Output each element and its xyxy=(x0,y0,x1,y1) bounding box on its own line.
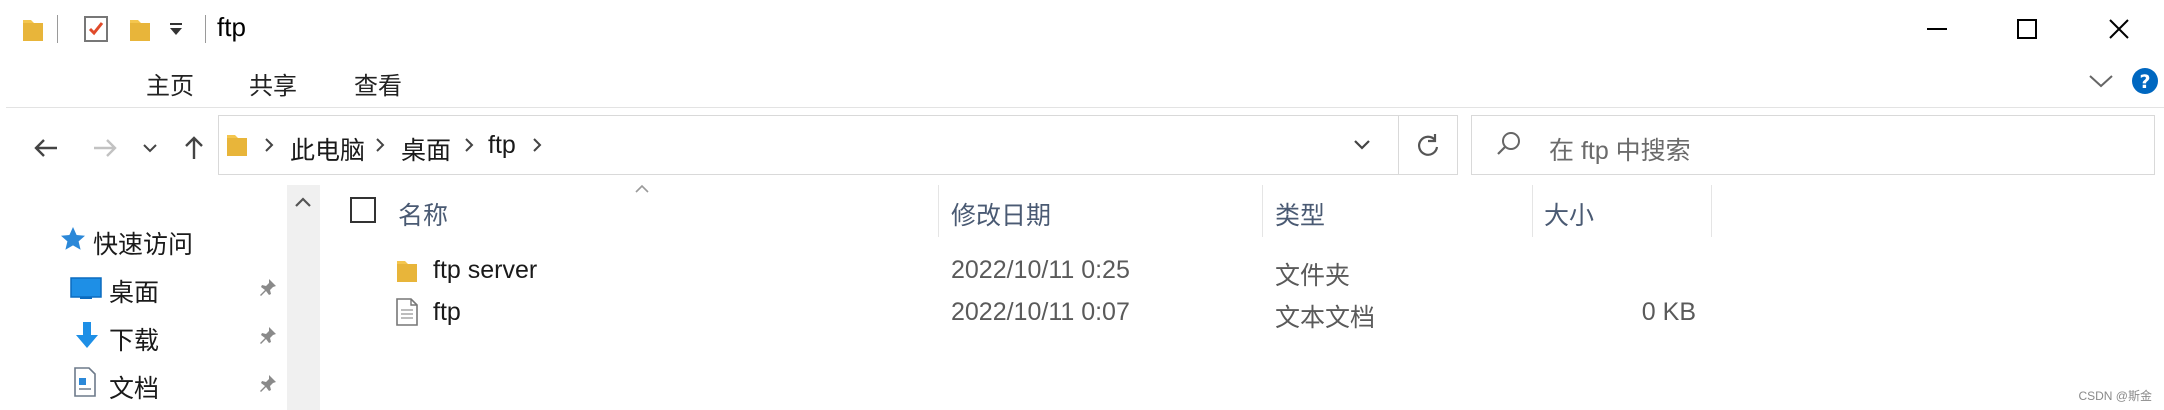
file-name[interactable]: ftp xyxy=(433,298,461,327)
back-button[interactable] xyxy=(24,126,68,170)
title-bar: ftp xyxy=(0,0,2164,58)
search-icon xyxy=(1496,130,1522,161)
tab-home[interactable]: 主页 xyxy=(146,66,194,101)
breadcrumb-chevron-icon[interactable] xyxy=(463,136,475,159)
folder-icon xyxy=(226,131,248,162)
scroll-up-chevron-icon[interactable] xyxy=(294,195,312,213)
tab-view[interactable]: 查看 xyxy=(354,66,402,101)
folder-icon xyxy=(22,16,44,47)
column-divider[interactable] xyxy=(1262,185,1263,237)
download-arrow-icon xyxy=(74,321,100,354)
text-file-icon xyxy=(396,298,418,331)
expand-ribbon-chevron-icon[interactable] xyxy=(2088,73,2114,94)
up-arrow-icon xyxy=(185,136,203,159)
maximize-button[interactable] xyxy=(1982,0,2072,58)
watermark: CSDN @斯金 xyxy=(2078,389,2152,403)
window-title: ftp xyxy=(217,12,246,42)
column-divider[interactable] xyxy=(938,185,939,237)
table-row[interactable]: ftp server 2022/10/11 0:25 文件夹 xyxy=(340,250,1720,290)
column-header-type[interactable]: 类型 xyxy=(1275,196,1325,232)
column-header-date-modified[interactable]: 修改日期 xyxy=(951,196,1051,232)
column-divider[interactable] xyxy=(1711,185,1712,237)
up-button[interactable] xyxy=(172,126,216,170)
minimize-icon xyxy=(1927,28,1947,30)
close-icon xyxy=(2109,19,2129,39)
sort-ascending-icon xyxy=(634,181,650,199)
customize-qat-dropdown-icon[interactable] xyxy=(168,20,184,43)
file-date-modified: 2022/10/11 0:07 xyxy=(951,298,1130,326)
forward-button[interactable] xyxy=(83,126,127,170)
folder-icon xyxy=(396,257,418,288)
new-folder-icon[interactable] xyxy=(129,16,151,47)
column-divider[interactable] xyxy=(1532,185,1533,237)
minimize-button[interactable] xyxy=(1892,0,1982,58)
pin-icon[interactable] xyxy=(258,277,278,302)
search-placeholder: 在 ftp 中搜索 xyxy=(1549,137,1691,165)
sidebar-item-desktop[interactable]: 桌面 xyxy=(109,273,159,309)
breadcrumb-chevron-icon[interactable] xyxy=(263,136,275,159)
refresh-button[interactable] xyxy=(1398,115,1458,175)
maximize-icon xyxy=(2017,19,2037,39)
properties-icon[interactable] xyxy=(83,15,109,48)
chevron-down-icon xyxy=(143,144,157,153)
pin-icon[interactable] xyxy=(258,373,278,398)
desktop-icon xyxy=(70,276,102,305)
breadcrumb-chevron-icon[interactable] xyxy=(531,136,543,159)
sidebar-item-downloads[interactable]: 下载 xyxy=(109,321,159,357)
breadcrumb-chevron-icon[interactable] xyxy=(374,136,386,159)
qat-separator xyxy=(205,15,206,43)
tab-share[interactable]: 共享 xyxy=(249,66,297,101)
breadcrumb-ftp[interactable]: ftp xyxy=(488,131,516,160)
table-row[interactable]: ftp 2022/10/11 0:07 文本文档 0 KB xyxy=(340,292,1720,332)
help-icon[interactable]: ? xyxy=(2131,67,2159,100)
svg-text:?: ? xyxy=(2139,71,2150,93)
recent-locations-button[interactable] xyxy=(130,126,170,170)
qat-separator xyxy=(57,15,58,43)
breadcrumb-desktop[interactable]: 桌面 xyxy=(401,131,451,167)
documents-icon xyxy=(73,367,97,402)
ribbon-divider xyxy=(6,107,2164,108)
column-header-name[interactable]: 名称 xyxy=(398,196,448,232)
star-icon xyxy=(60,226,86,257)
select-all-checkbox[interactable] xyxy=(350,197,376,228)
back-arrow-icon xyxy=(34,139,57,157)
sidebar-item-documents[interactable]: 文档 xyxy=(109,369,159,405)
file-type: 文本文档 xyxy=(1275,304,1376,332)
file-name[interactable]: ftp server xyxy=(433,256,537,285)
file-type: 文件夹 xyxy=(1275,262,1351,290)
column-header-size[interactable]: 大小 xyxy=(1544,196,1594,232)
address-history-chevron-icon[interactable] xyxy=(1352,138,1372,157)
file-date-modified: 2022/10/11 0:25 xyxy=(951,256,1130,284)
nav-pane-scrollbar[interactable] xyxy=(287,185,320,410)
forward-arrow-icon xyxy=(94,139,117,157)
pin-icon[interactable] xyxy=(258,325,278,350)
file-size: 0 KB xyxy=(1641,298,1696,326)
close-button[interactable] xyxy=(2074,0,2164,58)
breadcrumb-this-pc[interactable]: 此电脑 xyxy=(290,131,365,167)
quick-access-label[interactable]: 快速访问 xyxy=(93,225,193,261)
refresh-icon xyxy=(1417,134,1439,156)
